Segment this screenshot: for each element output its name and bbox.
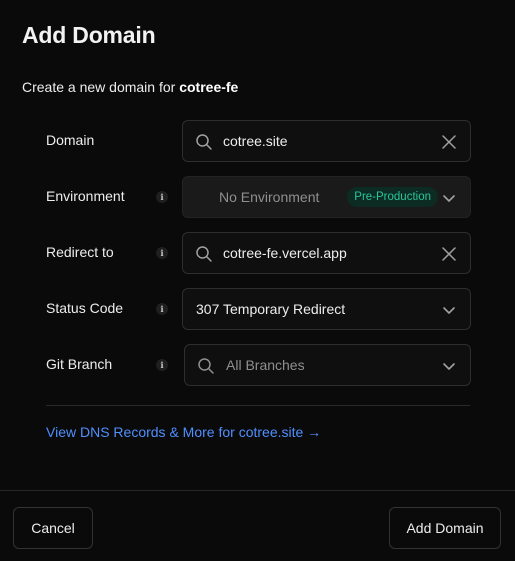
info-icon[interactable]: i: [156, 303, 168, 315]
environment-label: Environment: [46, 188, 125, 204]
search-icon: [198, 358, 214, 374]
domain-label: Domain: [46, 132, 95, 148]
status-code-select[interactable]: 307 Temporary Redirect: [182, 288, 471, 330]
domain-row: Domain cotree.site: [46, 120, 471, 162]
info-icon[interactable]: i: [156, 359, 168, 371]
chevron-down-icon: [443, 195, 455, 202]
git-branch-row: Git Branch i All Branches: [46, 344, 471, 386]
dialog-footer: Cancel Add Domain: [0, 490, 515, 561]
environment-row: Environment i No Environment Pre-Product…: [46, 176, 471, 218]
subtitle-prefix: Create a new domain for: [22, 79, 176, 95]
dialog-subtitle: Create a new domain for cotree-fe: [22, 79, 238, 95]
redirect-label: Redirect to: [46, 244, 114, 260]
git-branch-select[interactable]: All Branches: [184, 344, 471, 386]
domain-value: cotree.site: [223, 133, 288, 149]
project-name: cotree-fe: [179, 79, 239, 95]
info-icon[interactable]: i: [156, 247, 168, 259]
dialog-title: Add Domain: [22, 22, 156, 48]
cancel-button[interactable]: Cancel: [13, 507, 93, 549]
status-code-value: 307 Temporary Redirect: [196, 301, 346, 317]
status-code-label: Status Code: [46, 300, 124, 316]
chevron-down-icon: [443, 307, 455, 314]
git-branch-placeholder: All Branches: [226, 357, 305, 373]
domain-input[interactable]: cotree.site: [182, 120, 471, 162]
add-domain-button[interactable]: Add Domain: [389, 507, 501, 549]
view-dns-records-link[interactable]: View DNS Records & More for cotree.site …: [46, 424, 321, 440]
add-domain-dialog: Add Domain Create a new domain for cotre…: [0, 0, 515, 561]
divider: [46, 405, 470, 406]
info-icon[interactable]: i: [156, 191, 168, 203]
environment-select[interactable]: No Environment Pre-Production: [182, 176, 471, 218]
search-icon: [196, 134, 212, 150]
environment-value: No Environment: [219, 189, 320, 205]
redirect-value: cotree-fe.vercel.app: [223, 245, 347, 261]
status-code-row: Status Code i 307 Temporary Redirect: [46, 288, 471, 330]
git-branch-label: Git Branch: [46, 356, 113, 372]
close-icon[interactable]: [440, 245, 458, 263]
search-icon: [196, 246, 212, 262]
redirect-row: Redirect to i cotree-fe.vercel.app: [46, 232, 471, 274]
chevron-down-icon: [443, 363, 455, 370]
redirect-input[interactable]: cotree-fe.vercel.app: [182, 232, 471, 274]
environment-badge: Pre-Production: [347, 187, 438, 207]
close-icon[interactable]: [440, 133, 458, 151]
